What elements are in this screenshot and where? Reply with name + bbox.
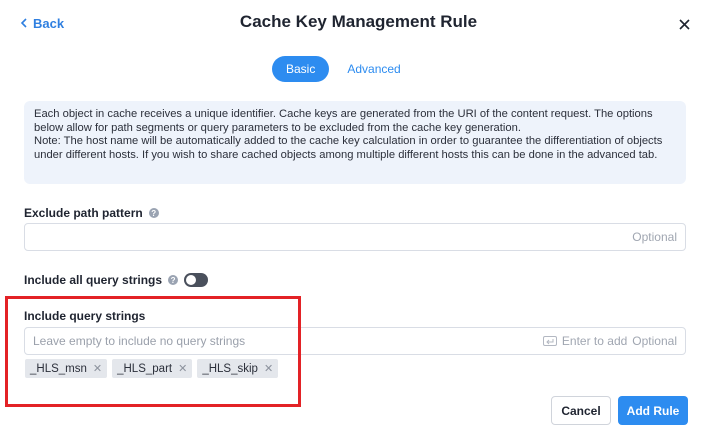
close-icon bbox=[678, 18, 690, 30]
enter-hint-text: Enter to add bbox=[561, 334, 628, 348]
enter-hint: Enter to add Optional bbox=[542, 334, 677, 348]
include-all-toggle[interactable] bbox=[184, 273, 209, 287]
exclude-path-field[interactable]: Optional bbox=[24, 223, 686, 251]
highlight-annotation-box bbox=[5, 296, 301, 407]
page-title: Cache Key Management Rule bbox=[239, 12, 478, 31]
info-text: Each object in cache receives a unique i… bbox=[34, 108, 653, 134]
include-all-label: Include all query strings bbox=[24, 273, 163, 287]
help-icon[interactable]: ? bbox=[148, 208, 159, 218]
optional-hint: Optional bbox=[632, 230, 677, 244]
include-all-row: Include all query strings ? bbox=[24, 273, 209, 287]
info-note: Note: The host name will be automaticall… bbox=[34, 135, 663, 161]
add-rule-button[interactable]: Add Rule bbox=[618, 396, 688, 425]
tab-advanced[interactable]: Advanced bbox=[341, 56, 406, 82]
tab-bar: Basic Advanced bbox=[272, 56, 407, 82]
cancel-button[interactable]: Cancel bbox=[551, 396, 611, 425]
help-icon[interactable]: ? bbox=[168, 275, 179, 285]
close-button[interactable] bbox=[674, 14, 694, 34]
optional-hint: Optional bbox=[632, 334, 677, 348]
exclude-path-input[interactable] bbox=[33, 230, 633, 244]
toggle-knob bbox=[186, 275, 197, 285]
tab-basic[interactable]: Basic bbox=[272, 56, 330, 82]
info-box: Each object in cache receives a unique i… bbox=[24, 101, 686, 184]
enter-key-icon bbox=[542, 336, 557, 346]
exclude-path-label: Exclude path pattern ? bbox=[24, 206, 159, 220]
exclude-path-label-text: Exclude path pattern bbox=[24, 206, 143, 220]
